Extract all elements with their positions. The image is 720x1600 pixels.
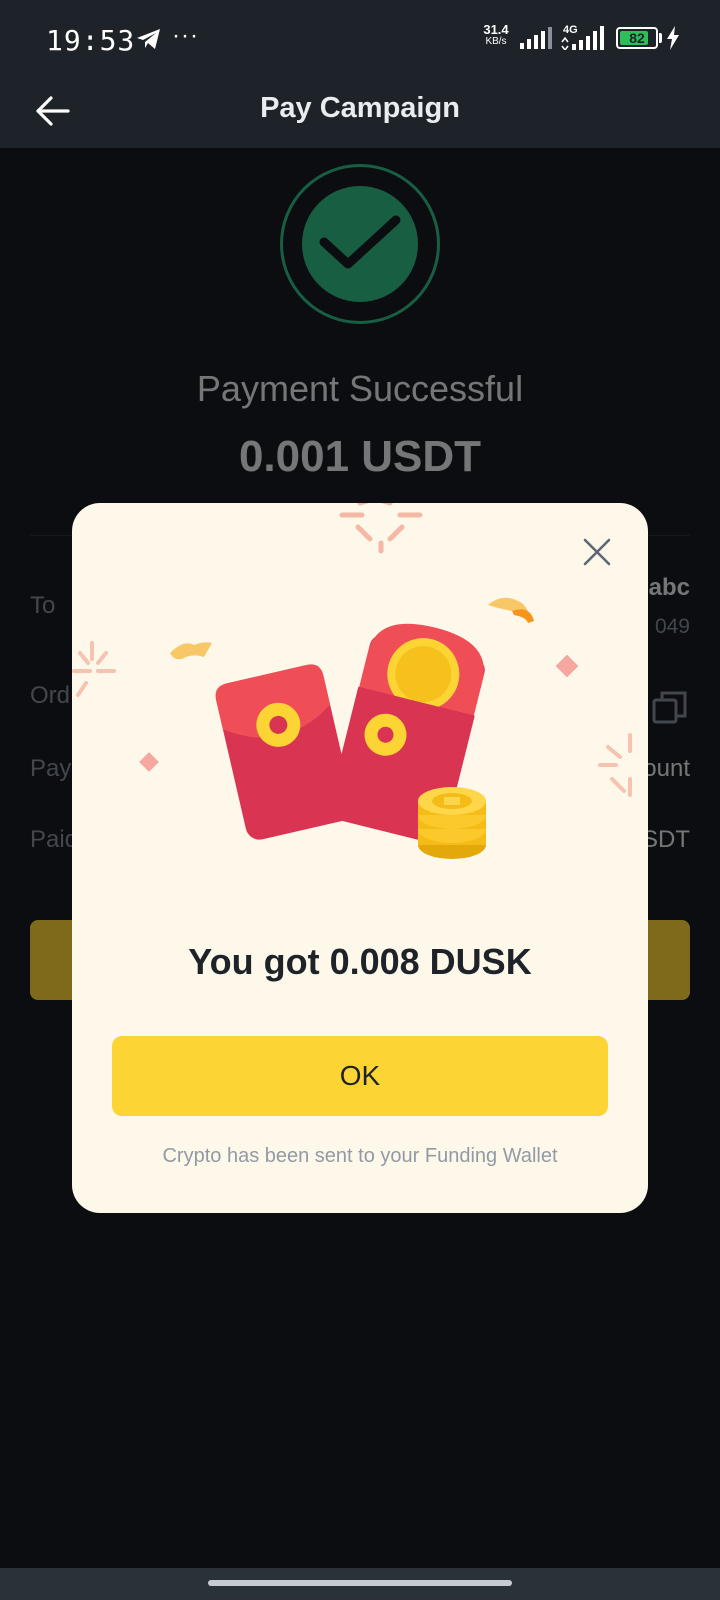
reward-amount-text: You got 0.008 DUSK [188, 941, 532, 982]
confetti-burst [339, 503, 423, 554]
network-speed-unit: KB/s [485, 36, 507, 47]
battery-tip [659, 33, 662, 43]
status-bar: 19:53 ··· 31.4 KB/s 4G 82 [0, 0, 720, 78]
cellular-signal-icon [561, 26, 604, 50]
ok-button[interactable]: OK [112, 1036, 608, 1116]
system-nav-bar [0, 1568, 720, 1600]
battery-icon: 82 [616, 27, 658, 49]
network-speed: 31.4 KB/s [478, 22, 514, 48]
reward-modal: You got 0.008 DUSK OK Crypto has been se… [72, 503, 648, 1213]
diamond-confetti [139, 752, 159, 772]
coin-stack [418, 787, 486, 859]
confetti-burst-left [72, 641, 116, 697]
wifi-signal-icon [520, 27, 552, 49]
status-time: 19:53 [46, 24, 136, 57]
battery-level: 82 [629, 30, 645, 46]
ribbon-confetti [512, 609, 534, 623]
network-speed-value: 31.4 [483, 22, 509, 37]
page-title: Pay Campaign [260, 92, 460, 124]
ribbon-confetti [170, 642, 212, 660]
app-header: Pay Campaign [0, 78, 720, 148]
funding-wallet-note: Crypto has been sent to your Funding Wal… [162, 1145, 558, 1167]
ribbon-confetti [488, 597, 528, 611]
close-icon[interactable] [582, 537, 612, 567]
confetti-burst-right [598, 733, 632, 797]
red-envelope-illustration [72, 503, 632, 859]
charging-icon [667, 26, 679, 50]
diamond-confetti [555, 654, 579, 678]
telegram-icon [137, 29, 160, 49]
home-indicator[interactable] [208, 1580, 512, 1586]
more-notifications-icon: ··· [172, 22, 199, 49]
